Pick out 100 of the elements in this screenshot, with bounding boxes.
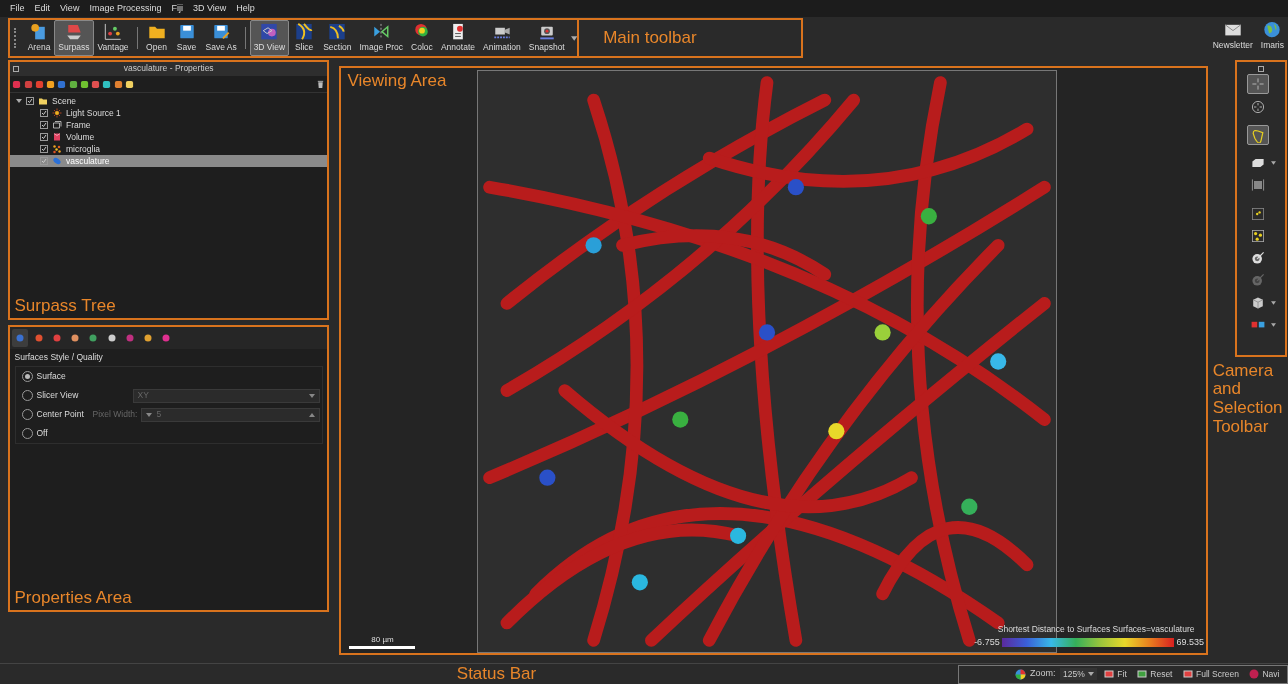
panel-annotation: Properties Area [13, 589, 133, 610]
tree-item[interactable]: Volume [10, 131, 328, 144]
caret-icon [146, 413, 153, 418]
tab-icon [15, 332, 26, 343]
checkbox[interactable] [40, 109, 48, 118]
tree-label: Light Source 1 [66, 106, 121, 120]
status-annotation: Status Bar [455, 664, 538, 684]
caret-icon [1087, 672, 1094, 676]
checkbox[interactable] [40, 157, 48, 166]
picture-icon [1104, 669, 1115, 679]
tree-item[interactable]: Frame [10, 119, 328, 132]
section-heading: Surfaces Style / Quality [13, 351, 104, 364]
option-label: Slicer View [36, 389, 80, 403]
caret-icon [308, 412, 315, 417]
menu-item[interactable]: View [60, 1, 80, 16]
toolbar-button[interactable]: Animation [479, 20, 525, 56]
status-button[interactable]: Fit [1101, 667, 1130, 681]
picture-icon [1137, 669, 1148, 679]
camera-tool-button[interactable] [1246, 124, 1269, 145]
tab-icon [124, 332, 135, 343]
toolbar-button[interactable]: Imaris [1256, 18, 1288, 54]
legend-min: -6.755 [974, 635, 1000, 649]
target-icon [1249, 272, 1266, 289]
area-annotation: Viewing Area [347, 72, 447, 91]
target-icon [1249, 250, 1266, 266]
toolbar-button[interactable]: Surpass [54, 20, 94, 56]
caret-icon[interactable] [1270, 322, 1276, 327]
panel-title: vasculature - Properties [123, 63, 214, 73]
menu-item[interactable]: Edit [34, 1, 51, 16]
checkbox[interactable] [40, 121, 48, 130]
tab-icon [106, 332, 117, 343]
frame-fit-icon [1249, 177, 1266, 194]
toolbar-button[interactable]: Newsletter [1208, 18, 1257, 54]
scale-bar-label: 80 µm [371, 634, 394, 646]
toolbar-button[interactable]: Save As [201, 20, 241, 56]
spots-icon [1249, 205, 1266, 222]
caret-icon [308, 393, 315, 398]
tab-icon [70, 332, 80, 343]
status-button[interactable]: Full Screen [1180, 667, 1242, 681]
toolbar-button[interactable]: Save [171, 20, 202, 56]
toolbar-button[interactable]: Section [319, 20, 356, 56]
tab-icon [161, 332, 172, 343]
undock-icon[interactable] [1257, 65, 1265, 72]
toolbar-button[interactable]: Coloc [406, 20, 437, 56]
toolbar-button[interactable]: Annotate [436, 20, 479, 56]
undock-icon[interactable] [13, 65, 20, 72]
checkbox[interactable] [26, 97, 34, 106]
toolbar-button[interactable]: Image Proc [355, 20, 407, 56]
tab-icon [51, 332, 62, 343]
crosshair-icon [1249, 76, 1266, 93]
toolbar-button[interactable]: Snapshot [524, 20, 569, 56]
tree-label: microglia [66, 142, 100, 156]
status-button[interactable]: Navi [1246, 667, 1283, 681]
menu-item[interactable]: Help [236, 1, 255, 16]
tree-item[interactable]: Light Source 1 [10, 107, 328, 120]
menu-item[interactable]: 3D View [192, 1, 227, 16]
field-label: Pixel Width: [92, 408, 138, 422]
caret-icon[interactable] [1270, 300, 1276, 305]
camera-tool-button[interactable] [1246, 74, 1269, 95]
spots-icon [52, 144, 62, 155]
tree-label: Frame [66, 118, 91, 132]
blob-icon [52, 156, 62, 167]
spots-icon [1249, 227, 1266, 244]
circle-icon [1249, 669, 1260, 679]
tab-icon [88, 332, 99, 343]
trash-icon[interactable] [316, 79, 326, 89]
toolbar-button[interactable]: 3D View [249, 20, 290, 56]
panel-annotation: Surpass Tree [13, 297, 117, 318]
checkbox[interactable] [40, 133, 48, 142]
caret-icon[interactable] [570, 35, 578, 41]
option-label: Center Point [36, 408, 85, 422]
toolbar-button[interactable]: Open [141, 20, 172, 56]
navigate-icon [1249, 98, 1266, 115]
toolbar-button[interactable]: Vantage [93, 20, 133, 56]
tree-item[interactable]: microglia [10, 143, 328, 156]
tree-label: vasculature [66, 154, 110, 168]
scale-bar [349, 646, 416, 649]
option-label: Off [36, 427, 49, 441]
tree-item[interactable]: Scene [10, 95, 328, 108]
tab-icon [143, 332, 153, 343]
tree-label: Scene [52, 94, 77, 108]
color-wheel-icon[interactable] [1014, 668, 1026, 680]
menu-item[interactable]: Image Processing [89, 1, 162, 16]
menu-item[interactable]: File [10, 1, 25, 16]
expand-arrow-icon[interactable] [16, 98, 22, 104]
sun-icon [52, 108, 62, 119]
checkbox[interactable] [40, 145, 48, 154]
zoom-label: Zoom: [1030, 667, 1056, 681]
option-label: Surface [36, 370, 67, 384]
zoom-dropdown[interactable]: 125% [1060, 667, 1097, 681]
frame-icon [52, 120, 62, 131]
toolbar-button[interactable]: Slice [289, 20, 320, 56]
caret-icon[interactable] [1270, 161, 1276, 165]
toolbar-button[interactable]: Arena [23, 20, 55, 56]
menu-item[interactable]: Fiji [171, 1, 183, 16]
status-button[interactable]: Reset [1134, 667, 1176, 681]
folder-icon [38, 96, 48, 107]
globe-icon [1262, 20, 1283, 40]
toolbar-annotation: Camera and Selection Toolbar [1211, 359, 1284, 437]
volume-icon [52, 132, 62, 143]
